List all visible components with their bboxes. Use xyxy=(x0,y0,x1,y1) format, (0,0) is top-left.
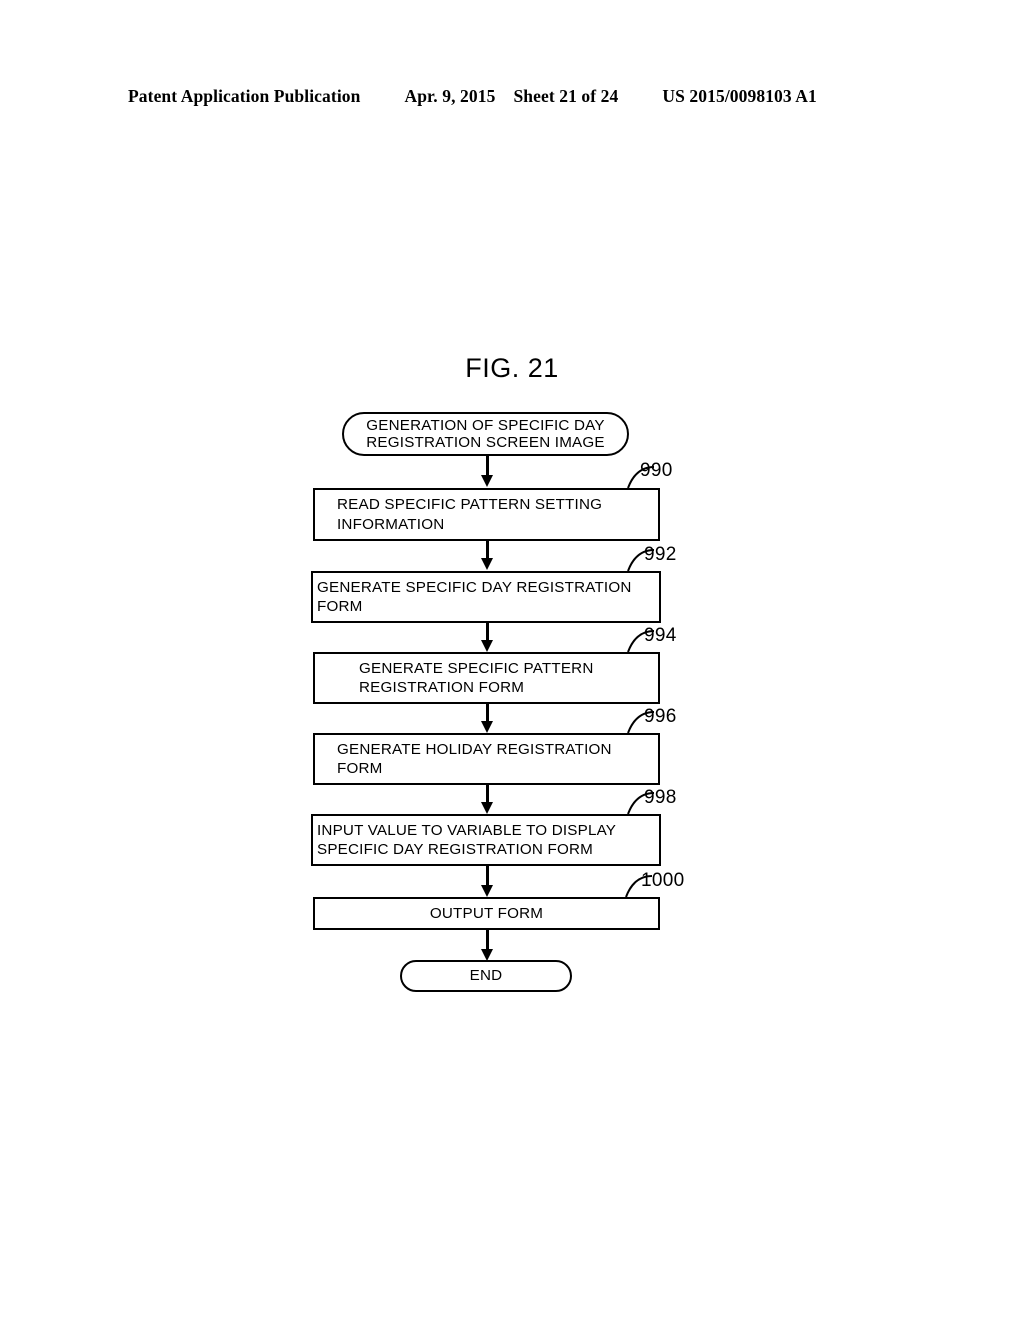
flow-ref-number-998: 998 xyxy=(644,787,677,808)
flow-node-step-992-line2: FORM xyxy=(317,598,363,615)
flow-node-start-line1: GENERATION OF SPECIFIC DAY xyxy=(366,416,605,434)
flow-node-start-line2: REGISTRATION SCREEN IMAGE xyxy=(366,434,605,451)
flow-arrow-1000-to-end xyxy=(481,930,494,961)
flow-node-step-998: INPUT VALUE TO VARIABLE TO DISPLAY SPECI… xyxy=(311,814,661,866)
flow-arrow-996-to-998 xyxy=(481,785,494,814)
flow-node-step-990-line1: READ SPECIFIC PATTERN SETTING xyxy=(337,496,603,513)
flow-arrow-992-to-994 xyxy=(481,623,494,652)
flow-node-step-990-line2: INFORMATION xyxy=(337,515,445,533)
flow-arrow-994-to-996 xyxy=(481,704,494,733)
flow-node-step-996: GENERATE HOLIDAY REGISTRATION FORM xyxy=(313,733,660,785)
flow-ref-number-992: 992 xyxy=(644,544,677,565)
flow-node-step-1000: OUTPUT FORM xyxy=(313,897,660,930)
flow-arrow-start-to-990 xyxy=(481,456,494,487)
flow-ref-number-996: 996 xyxy=(644,706,677,727)
flow-node-step-990: READ SPECIFIC PATTERN SETTING INFORMATIO… xyxy=(313,488,660,541)
flow-node-step-998-line1: INPUT VALUE TO VARIABLE TO DISPLAY xyxy=(317,821,617,839)
flow-node-end-label: END xyxy=(469,967,503,985)
flow-node-step-996-line2: FORM xyxy=(337,760,383,777)
flow-arrow-998-to-1000 xyxy=(481,866,494,897)
flowchart-diagram: GENERATION OF SPECIFIC DAY REGISTRATION … xyxy=(0,0,1024,1320)
flow-node-step-992-line1: GENERATE SPECIFIC DAY REGISTRATION xyxy=(317,578,632,596)
flow-ref-number-1000: 1000 xyxy=(641,870,685,891)
flow-node-step-994-line1: GENERATE SPECIFIC PATTERN xyxy=(359,659,594,677)
flow-arrow-990-to-992 xyxy=(481,541,494,570)
flow-node-step-994: GENERATE SPECIFIC PATTERN REGISTRATION F… xyxy=(313,652,660,704)
flow-node-step-992: GENERATE SPECIFIC DAY REGISTRATION FORM xyxy=(311,571,661,623)
flow-node-step-1000-line1: OUTPUT FORM xyxy=(429,904,544,922)
flow-ref-number-990: 990 xyxy=(640,460,673,481)
flow-node-end: END xyxy=(400,960,572,992)
flow-node-step-994-line2: REGISTRATION FORM xyxy=(359,679,525,696)
flow-ref-number-994: 994 xyxy=(644,625,677,646)
flow-node-step-998-line2: SPECIFIC DAY REGISTRATION FORM xyxy=(317,841,594,858)
flow-node-step-996-line1: GENERATE HOLIDAY REGISTRATION xyxy=(337,740,612,758)
flow-node-start: GENERATION OF SPECIFIC DAY REGISTRATION … xyxy=(342,412,629,456)
